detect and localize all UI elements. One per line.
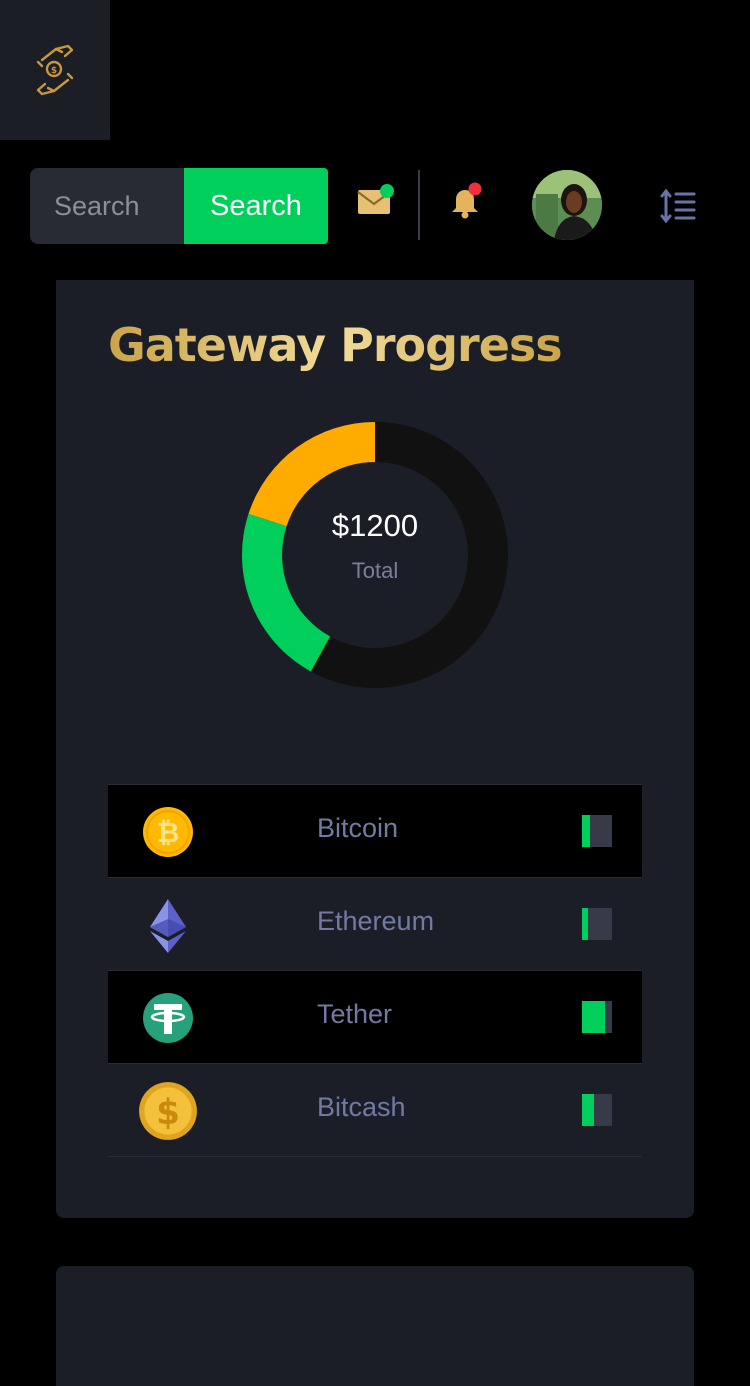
bitcash-dollar-icon: $ — [139, 1082, 197, 1140]
header-divider — [418, 170, 420, 240]
bitcoin-icon: ₿ — [143, 807, 193, 857]
coin-name: Bitcoin — [317, 813, 399, 843]
secondary-card — [56, 1266, 694, 1386]
sort-lines-icon — [660, 188, 696, 224]
coin-progress-fill — [582, 815, 590, 847]
user-avatar[interactable] — [532, 170, 602, 240]
notifications-button[interactable] — [446, 182, 486, 222]
mail-button[interactable] — [356, 182, 396, 218]
donut-total-label: Total — [351, 558, 399, 583]
coin-progress-fill — [582, 1001, 605, 1033]
coin-name: Bitcash — [317, 1092, 406, 1122]
svg-text:$: $ — [156, 1093, 180, 1133]
donut-total-value: $1200 — [331, 508, 419, 543]
coin-row-bitcash[interactable]: $ Bitcash — [108, 1063, 642, 1157]
coin-progress-fill — [582, 1094, 594, 1126]
ethereum-icon — [150, 899, 186, 953]
coin-name: Ethereum — [317, 906, 435, 936]
coin-progress-bar — [582, 1001, 612, 1033]
search-button[interactable]: Search — [184, 168, 328, 244]
search-input[interactable] — [30, 168, 184, 244]
profile-photo — [532, 170, 602, 240]
donut-center: $1200 Total — [242, 422, 508, 688]
hands-coin-icon: $ — [36, 44, 74, 96]
coin-progress-bar — [582, 1094, 612, 1126]
bell-icon — [452, 182, 482, 219]
coin-row-ethereum[interactable]: Ethereum — [108, 877, 642, 971]
card-title: Gateway Progress — [108, 318, 563, 372]
coin-progress-bar — [582, 815, 612, 847]
svg-text:₿: ₿ — [157, 816, 180, 849]
coin-name: Tether — [317, 999, 393, 1029]
coin-progress-fill — [582, 908, 588, 940]
svg-text:$: $ — [51, 66, 57, 76]
menu-toggle-button[interactable] — [660, 188, 698, 224]
donut-chart: $1200 Total — [242, 422, 508, 688]
gateway-progress-card: Gateway Progress $1200 Total ₿ Bitcoin E… — [56, 280, 694, 1218]
tether-icon — [143, 993, 193, 1043]
coin-list: ₿ Bitcoin Ethereum Tether $ Bitcash — [108, 784, 642, 1157]
coin-row-bitcoin[interactable]: ₿ Bitcoin — [108, 784, 642, 878]
mail-icon — [357, 184, 394, 214]
coin-progress-bar — [582, 908, 612, 940]
logo[interactable]: $ — [0, 0, 110, 140]
coin-row-tether[interactable]: Tether — [108, 970, 642, 1064]
top-bar: Search — [0, 160, 750, 250]
